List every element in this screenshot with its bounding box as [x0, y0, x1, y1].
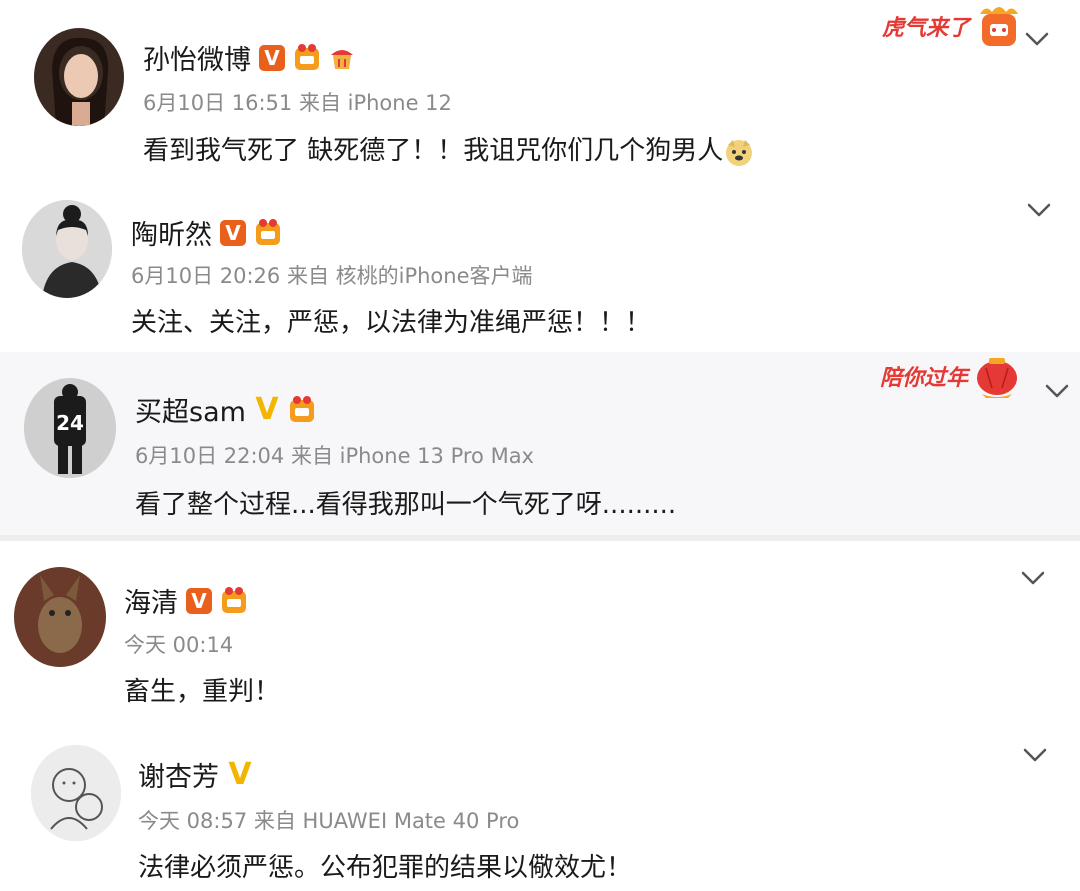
avatar[interactable]: [34, 28, 124, 126]
decoration-text: 陪你过年: [880, 366, 969, 391]
lantern-icon: [329, 45, 355, 71]
fan-badge-icon: [288, 395, 316, 424]
user-name[interactable]: 孙怡微博: [143, 38, 251, 77]
comment-text: 法律必须严惩。公布犯罪的结果以儆效尤！: [138, 853, 633, 883]
avatar-image: [22, 200, 112, 298]
comment-item: 孙怡微博 V 6月10日 16:51 来自 iPhone 12 看到我气死了 缺…: [0, 0, 1080, 185]
avatar-image: [31, 745, 121, 841]
fan-badge-icon: [293, 43, 321, 72]
avatar[interactable]: 24: [24, 378, 116, 478]
jersey-number: 24: [56, 411, 84, 435]
fan-badge-icon: [254, 218, 282, 247]
verified-icon: V: [255, 392, 279, 427]
comment-feed: 孙怡微博 V 6月10日 16:51 来自 iPhone 12 看到我气死了 缺…: [0, 0, 1080, 891]
name-row: 海清 V: [124, 581, 248, 620]
name-row: 买超sam V: [135, 390, 316, 429]
comment-text: 关注、关注，严惩，以法律为准绳严惩！！！: [131, 308, 652, 338]
avatar-image: 24: [24, 378, 116, 478]
avatar[interactable]: [14, 567, 106, 667]
user-name[interactable]: 谢杏芳: [138, 755, 219, 794]
comment-text: 看了整个过程...看得我那叫一个气死了呀.........: [135, 490, 677, 520]
comment-text: 看到我气死了 缺死德了！！我诅咒你们几个狗男人: [143, 130, 755, 167]
comment-meta: 今天 08:57 来自 HUAWEI Mate 40 Pro: [138, 809, 520, 833]
fan-badge-icon: [220, 586, 248, 615]
comment-item: 24 买超sam V 6月10日 22:04 来自 iPhone 13 Pro …: [0, 352, 1080, 535]
name-row: 陶昕然 V: [131, 213, 282, 252]
comment-meta: 今天 00:14: [124, 633, 234, 657]
doge-emoji-icon: [723, 137, 755, 167]
verified-icon: V: [259, 44, 285, 71]
comment-meta: 6月10日 22:04 来自 iPhone 13 Pro Max: [135, 444, 534, 468]
comment-meta: 6月10日 20:26 来自 核桃的iPhone客户端: [131, 264, 533, 288]
decoration-text: 虎气来了: [882, 16, 971, 41]
festival-decoration: 陪你过年: [880, 354, 1022, 398]
user-name[interactable]: 海清: [124, 581, 178, 620]
comment-item: 谢杏芳 V 今天 08:57 来自 HUAWEI Mate 40 Pro 法律必…: [0, 719, 1080, 891]
name-row: 孙怡微博 V: [143, 38, 355, 77]
comment-meta: 6月10日 16:51 来自 iPhone 12: [143, 91, 452, 115]
comment-item: 海清 V 今天 00:14 畜生，重判！: [0, 541, 1080, 719]
verified-icon: V: [186, 587, 212, 614]
verified-icon: V: [228, 757, 252, 792]
tiger-badge-icon: [974, 4, 1024, 48]
comment-text: 畜生，重判！: [124, 677, 281, 707]
avatar[interactable]: [22, 200, 112, 298]
chevron-down-icon[interactable]: [1020, 569, 1046, 587]
avatar[interactable]: [31, 745, 121, 841]
festival-decoration: 虎气来了: [882, 4, 1024, 48]
chevron-down-icon[interactable]: [1026, 201, 1052, 219]
chevron-down-icon[interactable]: [1024, 30, 1050, 48]
avatar-image: [34, 28, 124, 126]
verified-icon: V: [220, 219, 246, 246]
chevron-down-icon[interactable]: [1044, 382, 1070, 400]
lantern-badge-icon: [972, 354, 1022, 398]
user-name[interactable]: 买超sam: [135, 390, 246, 429]
comment-item: 陶昕然 V 6月10日 20:26 来自 核桃的iPhone客户端 关注、关注，…: [0, 185, 1080, 352]
name-row: 谢杏芳 V: [138, 755, 253, 794]
chevron-down-icon[interactable]: [1022, 746, 1048, 764]
avatar-image: [14, 567, 106, 667]
user-name[interactable]: 陶昕然: [131, 213, 212, 252]
